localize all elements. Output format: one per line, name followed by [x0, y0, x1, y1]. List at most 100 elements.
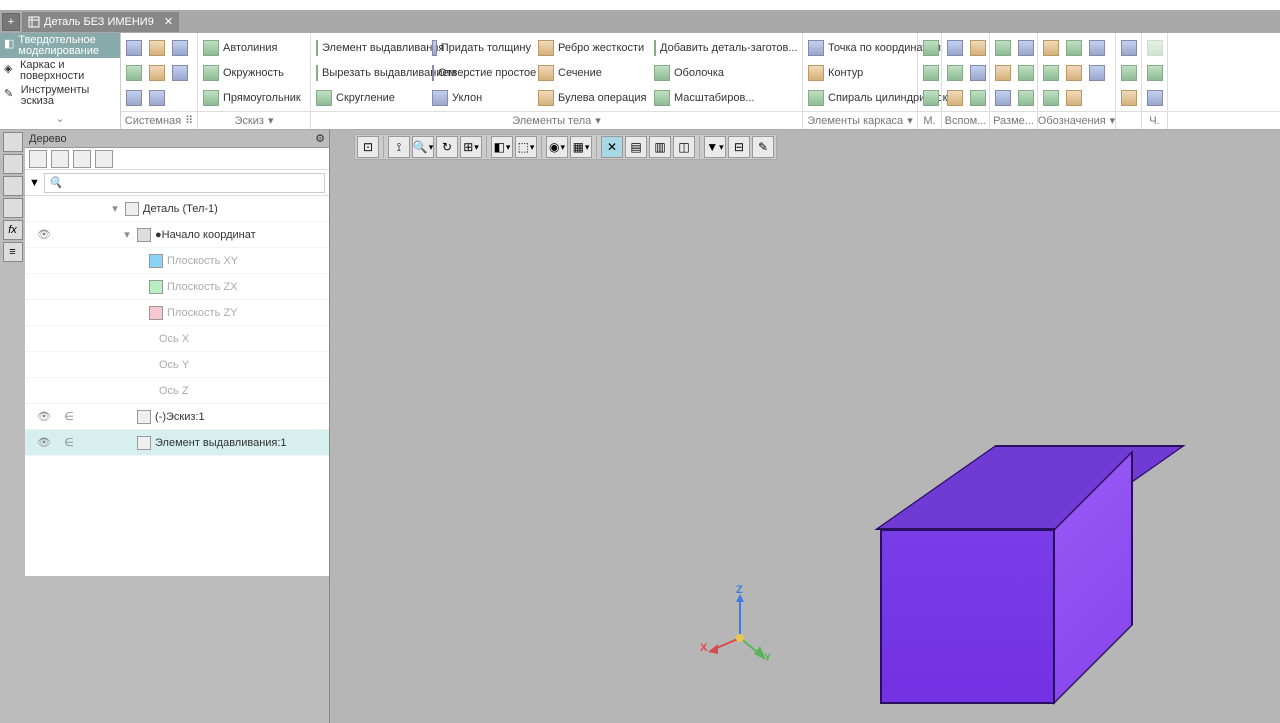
btn[interactable] — [1040, 63, 1062, 83]
rect-button[interactable]: Прямоугольник — [200, 88, 304, 108]
group-label[interactable]: Вспом... — [942, 112, 990, 129]
btn[interactable] — [920, 88, 942, 108]
new-button[interactable] — [123, 38, 145, 58]
vtb[interactable]: ◫ — [673, 136, 695, 158]
fx-button[interactable]: fx — [3, 220, 23, 240]
circle-button[interactable]: Окружность — [200, 63, 287, 83]
thickness-button[interactable]: Придать толщину — [429, 38, 534, 58]
btn[interactable] — [1118, 63, 1140, 83]
side-button[interactable] — [3, 176, 23, 196]
btn[interactable] — [1086, 63, 1108, 83]
btn[interactable] — [1118, 88, 1140, 108]
menu-icon[interactable]: ≡ — [3, 242, 23, 262]
close-icon[interactable]: ✕ — [164, 15, 173, 28]
vtb[interactable]: ▦ — [570, 136, 592, 158]
btn[interactable] — [967, 38, 989, 58]
btn[interactable] — [944, 88, 966, 108]
search-input[interactable] — [44, 173, 325, 193]
tree-root[interactable]: ▾Деталь (Тел-1) — [25, 196, 329, 222]
section-button[interactable]: Сечение — [535, 63, 650, 83]
group-label[interactable]: Ч. — [1142, 112, 1168, 129]
mode-wireframe[interactable]: ◈Каркас и поверхности — [0, 58, 120, 83]
btn[interactable] — [1118, 38, 1140, 58]
btn[interactable] — [1086, 38, 1108, 58]
vtb[interactable]: ▤ — [625, 136, 647, 158]
btn[interactable] — [123, 63, 145, 83]
btn[interactable] — [1144, 63, 1166, 83]
btn[interactable] — [1063, 88, 1085, 108]
btn[interactable] — [1144, 38, 1166, 58]
btn[interactable] — [967, 88, 989, 108]
group-label[interactable] — [1116, 112, 1142, 129]
rib-button[interactable]: Ребро жесткости — [535, 38, 650, 58]
tree-axis-z[interactable]: Ось Z — [25, 378, 329, 404]
btn[interactable] — [967, 63, 989, 83]
zoom-button[interactable]: 🔍 — [412, 136, 434, 158]
vtb[interactable]: ⬚ — [515, 136, 537, 158]
vtb[interactable]: ⊞ — [460, 136, 482, 158]
btn[interactable] — [920, 63, 942, 83]
vtb[interactable]: ↻ — [436, 136, 458, 158]
filter-icon[interactable]: ▼ — [29, 177, 40, 189]
modes-expand[interactable]: ⌄ — [0, 108, 120, 129]
tree-plane-zy[interactable]: Плоскость ZY — [25, 300, 329, 326]
extrude-button[interactable]: Элемент выдавливания — [313, 38, 428, 58]
group-label[interactable]: Системная⠿ — [121, 112, 198, 129]
vtb[interactable]: ⊟ — [728, 136, 750, 158]
mode-solid[interactable]: ◧Твердотельное моделирование — [0, 33, 120, 58]
group-label[interactable]: Элементы каркаса▾ — [803, 112, 918, 129]
gear-icon[interactable]: ⚙ — [315, 132, 325, 145]
fillet-button[interactable]: Скругление — [313, 88, 428, 108]
btn[interactable] — [1015, 63, 1037, 83]
add-part-button[interactable]: Добавить деталь-заготов... — [651, 38, 781, 58]
viewport-3d[interactable]: ⊡ ⟟ 🔍 ↻ ⊞ ◧ ⬚ ◉ ▦ ✕ ▤ ▥ ◫ ▼ ⊟ ✎ — [330, 130, 1280, 723]
btn[interactable] — [1144, 88, 1166, 108]
btn[interactable] — [944, 63, 966, 83]
btn[interactable] — [1040, 88, 1062, 108]
document-tab[interactable]: Деталь БЕЗ ИМЕНИ9 ✕ — [22, 12, 179, 32]
open-button[interactable] — [146, 38, 168, 58]
new-tab-button[interactable]: + — [2, 13, 20, 31]
filter-button[interactable]: ▼ — [704, 136, 726, 158]
contour-button[interactable]: Контур — [805, 63, 866, 83]
tree-plane-zx[interactable]: Плоскость ZX — [25, 274, 329, 300]
group-label[interactable]: Эскиз▾ — [198, 112, 311, 129]
tool-button[interactable] — [95, 150, 113, 168]
btn[interactable] — [1063, 63, 1085, 83]
side-button[interactable] — [3, 154, 23, 174]
axes-gizmo[interactable]: Z X Y — [700, 588, 780, 668]
bool-button[interactable]: Булева операция — [535, 88, 650, 108]
side-button[interactable] — [3, 198, 23, 218]
group-label[interactable]: Разме... — [990, 112, 1038, 129]
tree-plane-xy[interactable]: Плоскость XY — [25, 248, 329, 274]
btn[interactable] — [992, 63, 1014, 83]
draft-button[interactable]: Уклон — [429, 88, 534, 108]
vtb[interactable]: ◉ — [546, 136, 568, 158]
shade-button[interactable]: ◧ — [491, 136, 513, 158]
btn[interactable] — [1015, 88, 1037, 108]
vtb[interactable]: ⊡ — [357, 136, 379, 158]
group-label[interactable]: М. — [918, 112, 942, 129]
cut-button[interactable]: Вырезать выдавливанием — [313, 63, 428, 83]
vtb[interactable]: ✕ — [601, 136, 623, 158]
vtb[interactable]: ▥ — [649, 136, 671, 158]
tool-button[interactable] — [29, 150, 47, 168]
group-label[interactable]: Обозначения▾ — [1038, 112, 1116, 129]
panel-header[interactable]: Дерево ⚙ — [25, 130, 329, 148]
vtb[interactable]: ✎ — [752, 136, 774, 158]
hole-button[interactable]: Отверстие простое — [429, 63, 534, 83]
tree-axis-x[interactable]: Ось X — [25, 326, 329, 352]
btn[interactable] — [1040, 38, 1062, 58]
tree-axis-y[interactable]: Ось Y — [25, 352, 329, 378]
btn[interactable] — [944, 38, 966, 58]
tree-extrude[interactable]: 👁∈Элемент выдавливания:1 — [25, 430, 329, 456]
side-button[interactable] — [3, 132, 23, 152]
shell-button[interactable]: Оболочка — [651, 63, 781, 83]
btn[interactable] — [146, 63, 168, 83]
tree-sketch[interactable]: 👁∈(-)Эскиз:1 — [25, 404, 329, 430]
tool-button[interactable] — [51, 150, 69, 168]
redo-button[interactable] — [146, 88, 168, 108]
btn[interactable] — [1015, 38, 1037, 58]
scale-button[interactable]: Масштабиров... — [651, 88, 781, 108]
vtb[interactable]: ⟟ — [388, 136, 410, 158]
